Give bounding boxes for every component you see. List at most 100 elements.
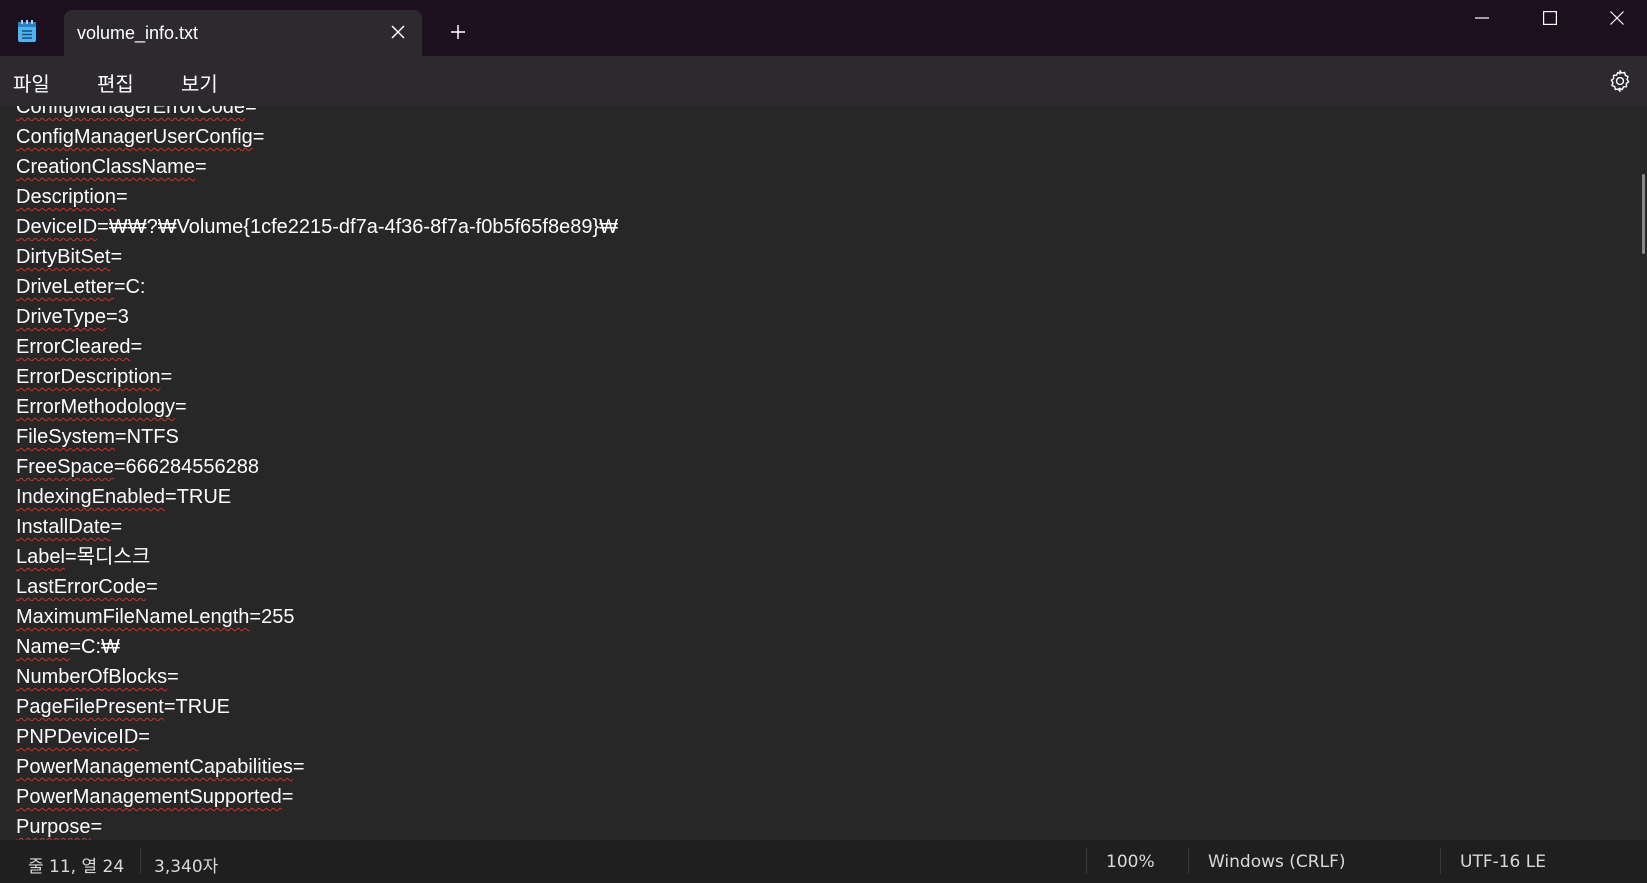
text-line: MaximumFileNameLength=255	[16, 602, 618, 632]
property-key: DriveLetter	[16, 276, 114, 298]
property-key: InstallDate	[16, 516, 111, 538]
zoom-level[interactable]: 100%	[1106, 852, 1155, 872]
text-line: ErrorCleared=	[16, 332, 618, 362]
text-content: ConfigManagerErrorCode= ConfigManagerUser…	[16, 106, 618, 840]
property-value: =TRUE	[165, 486, 232, 508]
text-line: PNPDeviceID=	[16, 722, 618, 752]
property-value: =목디스크	[64, 546, 151, 568]
property-value: =C:₩	[69, 636, 120, 658]
property-key: Label	[16, 546, 65, 568]
property-key: FreeSpace	[16, 456, 114, 478]
property-key: DirtyBitSet	[16, 246, 111, 268]
property-value: =666284556288	[113, 456, 259, 478]
text-line: FreeSpace=666284556288	[16, 452, 618, 482]
property-value: =	[174, 396, 187, 418]
divider	[1086, 848, 1087, 874]
text-line: ErrorMethodology=	[16, 392, 618, 422]
divider	[1188, 848, 1189, 874]
property-key: Purpose	[16, 816, 91, 838]
property-key: ErrorDescription	[16, 366, 161, 388]
property-key: Name	[16, 636, 70, 658]
minimize-button[interactable]	[1447, 0, 1517, 36]
property-value: =	[146, 576, 158, 598]
property-value: =	[116, 186, 128, 208]
divider	[140, 848, 141, 874]
minimize-icon	[1475, 17, 1489, 19]
text-line: NumberOfBlocks=	[16, 662, 618, 692]
property-key: DriveType	[16, 306, 107, 328]
property-key: ConfigManagerErrorCode	[16, 106, 246, 118]
text-line: DirtyBitSet=	[16, 242, 618, 272]
property-value: =	[138, 726, 150, 748]
close-icon	[391, 25, 405, 39]
character-count: 3,340자	[154, 857, 219, 877]
property-value: =	[252, 126, 265, 148]
cursor-position: 줄 11, 열 24	[28, 857, 125, 877]
property-key: ConfigManagerUserConfig	[16, 126, 253, 148]
status-bar: 줄 11, 열 24 3,340자 100% Windows (CRLF) UT…	[0, 840, 1647, 883]
encoding[interactable]: UTF-16 LE	[1460, 852, 1546, 872]
property-value: =255	[249, 606, 295, 628]
vertical-scrollbar[interactable]	[1639, 106, 1647, 840]
text-line: IndexingEnabled=TRUE	[16, 482, 618, 512]
scroll-thumb[interactable]	[1642, 174, 1645, 254]
plus-icon	[451, 25, 465, 39]
menu-file[interactable]: 파일	[13, 68, 50, 97]
text-line: DriveType=3	[16, 302, 618, 332]
close-tab-button[interactable]	[384, 18, 412, 46]
close-icon	[1610, 11, 1624, 25]
text-line: Purpose=	[16, 812, 618, 840]
property-key: Description	[16, 186, 117, 208]
menu-bar: 파일 편집 보기	[0, 56, 1647, 107]
property-value: =	[130, 336, 143, 358]
text-line: ErrorDescription=	[16, 362, 618, 392]
property-value: =3	[106, 306, 129, 328]
property-value: =	[245, 106, 257, 118]
property-value: =C:	[113, 276, 146, 298]
text-line: FileSystem=NTFS	[16, 422, 618, 452]
text-line: ConfigManagerUserConfig=	[16, 122, 618, 152]
text-line: DriveLetter=C:	[16, 272, 618, 302]
property-key: DeviceID	[16, 216, 98, 238]
property-value: =	[90, 816, 103, 838]
property-value: =	[110, 246, 123, 268]
tab-title: volume_info.txt	[77, 23, 199, 43]
property-key: PowerManagementSupported	[16, 786, 282, 808]
property-key: ErrorMethodology	[16, 396, 175, 418]
close-window-button[interactable]	[1587, 0, 1647, 36]
text-editor[interactable]: ConfigManagerErrorCode= ConfigManagerUser…	[0, 106, 1647, 840]
property-value: =TRUE	[163, 696, 230, 718]
menu-view[interactable]: 보기	[181, 68, 218, 97]
property-key: NumberOfBlocks	[16, 666, 168, 688]
text-line: PowerManagementCapabilities=	[16, 752, 618, 782]
settings-button[interactable]	[1607, 68, 1633, 94]
property-value: =₩₩?₩Volume{1cfe2215-df7a-4f36-8f7a-f0b5…	[97, 216, 619, 238]
property-key: MaximumFileNameLength	[16, 606, 250, 628]
line-ending[interactable]: Windows (CRLF)	[1208, 852, 1346, 872]
property-value: =	[281, 786, 294, 808]
maximize-icon	[1543, 11, 1557, 25]
text-line: LastErrorCode=	[16, 572, 618, 602]
property-key: FileSystem	[16, 426, 115, 448]
text-line: PageFilePresent=TRUE	[16, 692, 618, 722]
text-line: CreationClassName=	[16, 152, 618, 182]
menu-edit[interactable]: 편집	[97, 68, 134, 97]
text-line: Name=C:₩	[16, 632, 618, 662]
property-key: PageFilePresent	[16, 696, 164, 718]
document-tab[interactable]: volume_info.txt	[64, 10, 422, 56]
text-line: ConfigManagerErrorCode=	[16, 106, 618, 122]
property-value: =	[292, 756, 305, 778]
new-tab-button[interactable]	[444, 18, 472, 46]
property-value: =	[167, 666, 179, 688]
maximize-button[interactable]	[1515, 0, 1585, 36]
property-key: PNPDeviceID	[16, 726, 139, 748]
text-line: DeviceID=₩₩?₩Volume{1cfe2215-df7a-4f36-8…	[16, 212, 618, 242]
property-value: =NTFS	[114, 426, 179, 448]
notepad-icon	[16, 19, 38, 43]
property-key: LastErrorCode	[16, 576, 147, 598]
property-value: =	[110, 516, 123, 538]
property-key: PowerManagementCapabilities	[16, 756, 293, 778]
text-line: InstallDate=	[16, 512, 618, 542]
property-key: ErrorCleared	[16, 336, 131, 358]
text-line: PowerManagementSupported=	[16, 782, 618, 812]
